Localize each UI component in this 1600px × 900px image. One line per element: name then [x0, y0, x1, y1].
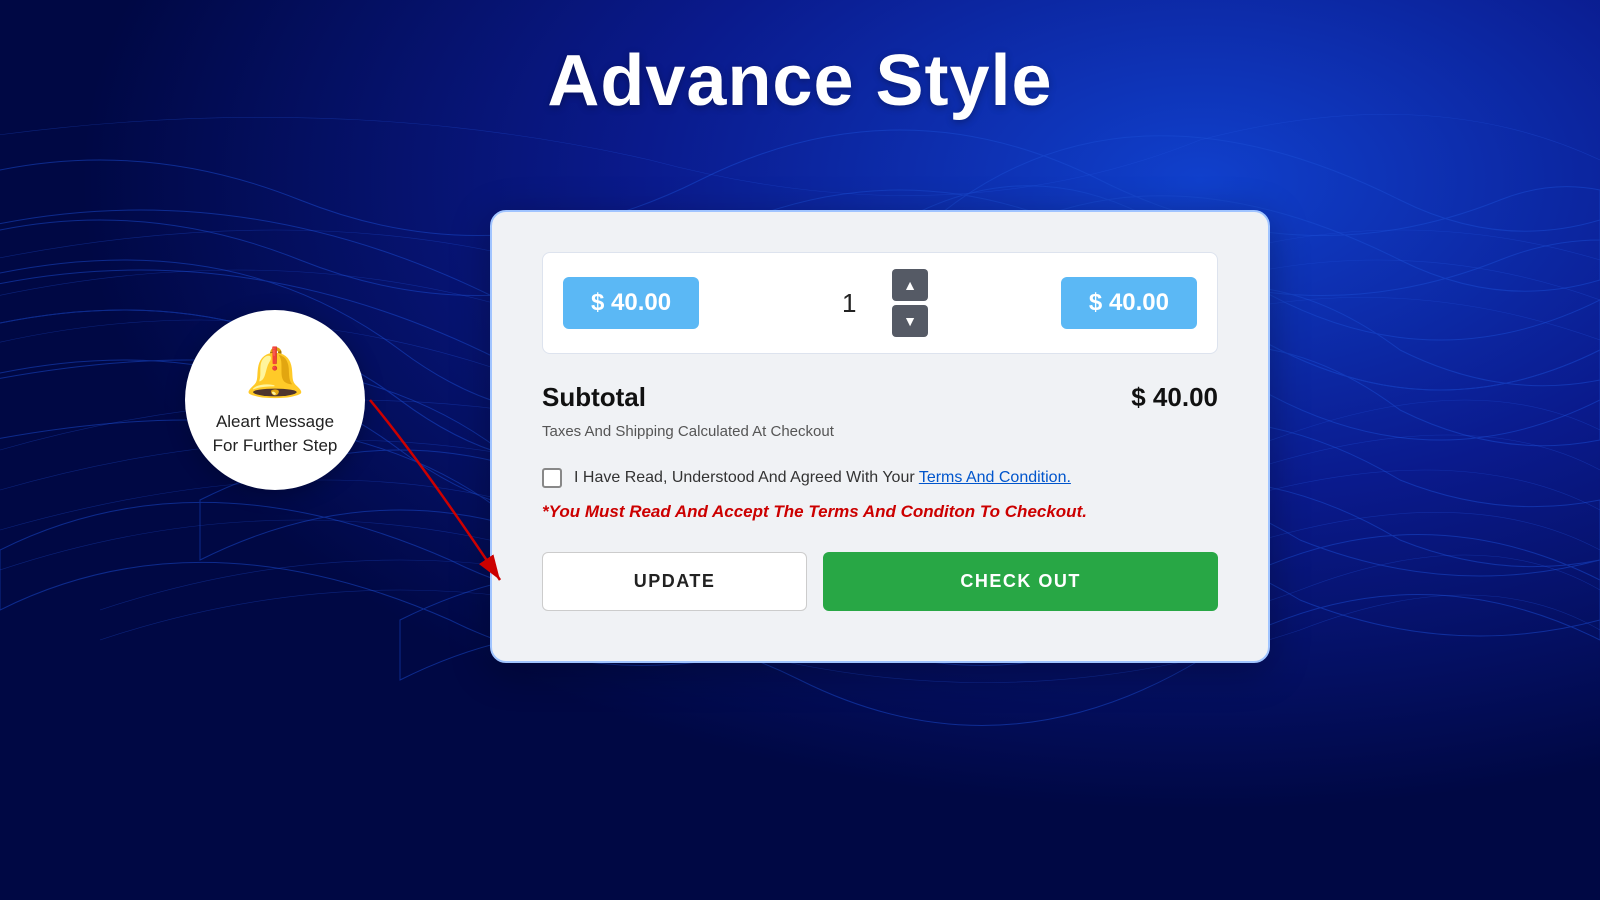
total-price-badge: $ 40.00 — [1061, 277, 1197, 329]
subtotal-label: Subtotal — [542, 382, 646, 413]
subtotal-value: $ 40.00 — [1131, 382, 1218, 413]
qty-decrement-button[interactable]: ▼ — [892, 305, 928, 337]
terms-checkbox[interactable] — [542, 468, 562, 488]
alert-validation-message: *You Must Read And Accept The Terms And … — [542, 502, 1218, 522]
terms-link[interactable]: Terms And Condition. — [919, 469, 1071, 486]
terms-text: I Have Read, Understood And Agreed With … — [574, 469, 1071, 487]
subtotal-row: Subtotal $ 40.00 — [542, 382, 1218, 413]
alert-bubble: 🔔 ❗ Aleart Message For Further Step — [185, 310, 365, 490]
alert-bubble-text: Aleart Message For Further Step — [213, 410, 338, 458]
update-button[interactable]: UPDATE — [542, 552, 807, 611]
qty-buttons: ▲ ▼ — [892, 269, 928, 337]
qty-increment-button[interactable]: ▲ — [892, 269, 928, 301]
terms-row: I Have Read, Understood And Agreed With … — [542, 468, 1218, 488]
bell-icon: 🔔 ❗ — [245, 342, 305, 402]
page-title: Advance Style — [0, 40, 1600, 122]
buttons-row: UPDATE CHECK OUT — [542, 552, 1218, 611]
product-row: $ 40.00 1 ▲ ▼ $ 40.00 — [542, 252, 1218, 354]
tax-note: Taxes And Shipping Calculated At Checkou… — [542, 423, 1218, 440]
quantity-display: 1 — [832, 288, 892, 319]
cart-card: $ 40.00 1 ▲ ▼ $ 40.00 Subtotal $ 40.00 T… — [490, 210, 1270, 663]
quantity-control: 1 ▲ ▼ — [832, 269, 928, 337]
unit-price-badge: $ 40.00 — [563, 277, 699, 329]
checkout-button[interactable]: CHECK OUT — [823, 552, 1218, 611]
alert-circle: 🔔 ❗ Aleart Message For Further Step — [185, 310, 365, 490]
